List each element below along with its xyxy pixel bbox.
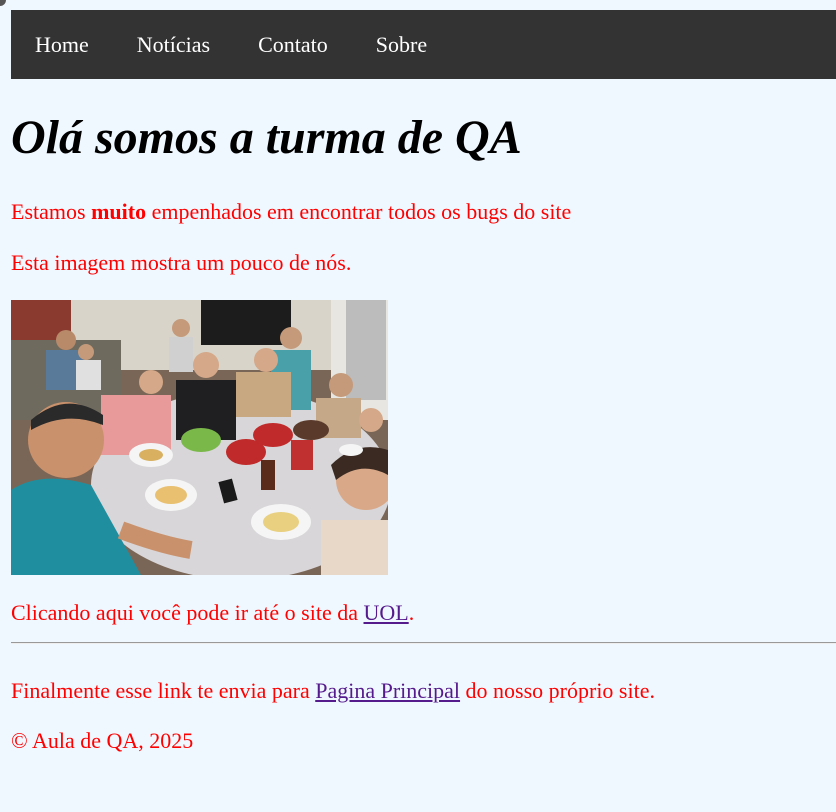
- intro-text-before: Estamos: [11, 199, 92, 224]
- intro-paragraph: Estamos muito empenhados em encontrar to…: [11, 198, 571, 226]
- group-photo: [11, 300, 388, 575]
- window-corner: [0, 0, 6, 6]
- group-photo-illustration: [11, 300, 388, 575]
- home-text-after: do nosso próprio site.: [460, 678, 655, 703]
- uol-text-after: .: [408, 600, 415, 625]
- pagina-principal-link[interactable]: Pagina Principal: [315, 678, 460, 703]
- image-caption: Esta imagem mostra um pouco de nós.: [11, 250, 352, 275]
- page-title: Olá somos a turma de QA: [11, 111, 522, 164]
- horizontal-divider: [11, 642, 836, 644]
- uol-link[interactable]: UOL: [364, 600, 409, 625]
- home-text-before: Finalmente esse link te envia para: [11, 678, 316, 703]
- nav-sobre-link[interactable]: Sobre: [352, 10, 451, 79]
- uol-paragraph: Clicando aqui você pode ir até o site da…: [11, 599, 414, 627]
- nav-noticias-link[interactable]: Notícias: [113, 10, 234, 79]
- home-paragraph: Finalmente esse link te envia para Pagin…: [11, 677, 655, 705]
- intro-text-after: empenhados em encontrar todos os bugs do…: [146, 199, 572, 224]
- footer-copyright: © Aula de QA, 2025: [11, 728, 194, 753]
- nav-home-link[interactable]: Home: [11, 10, 113, 79]
- uol-text-before: Clicando aqui você pode ir até o site da: [11, 600, 364, 625]
- intro-bold-word: muito: [91, 199, 147, 224]
- top-navbar: Home Notícias Contato Sobre: [11, 10, 836, 79]
- nav-contato-link[interactable]: Contato: [234, 10, 352, 79]
